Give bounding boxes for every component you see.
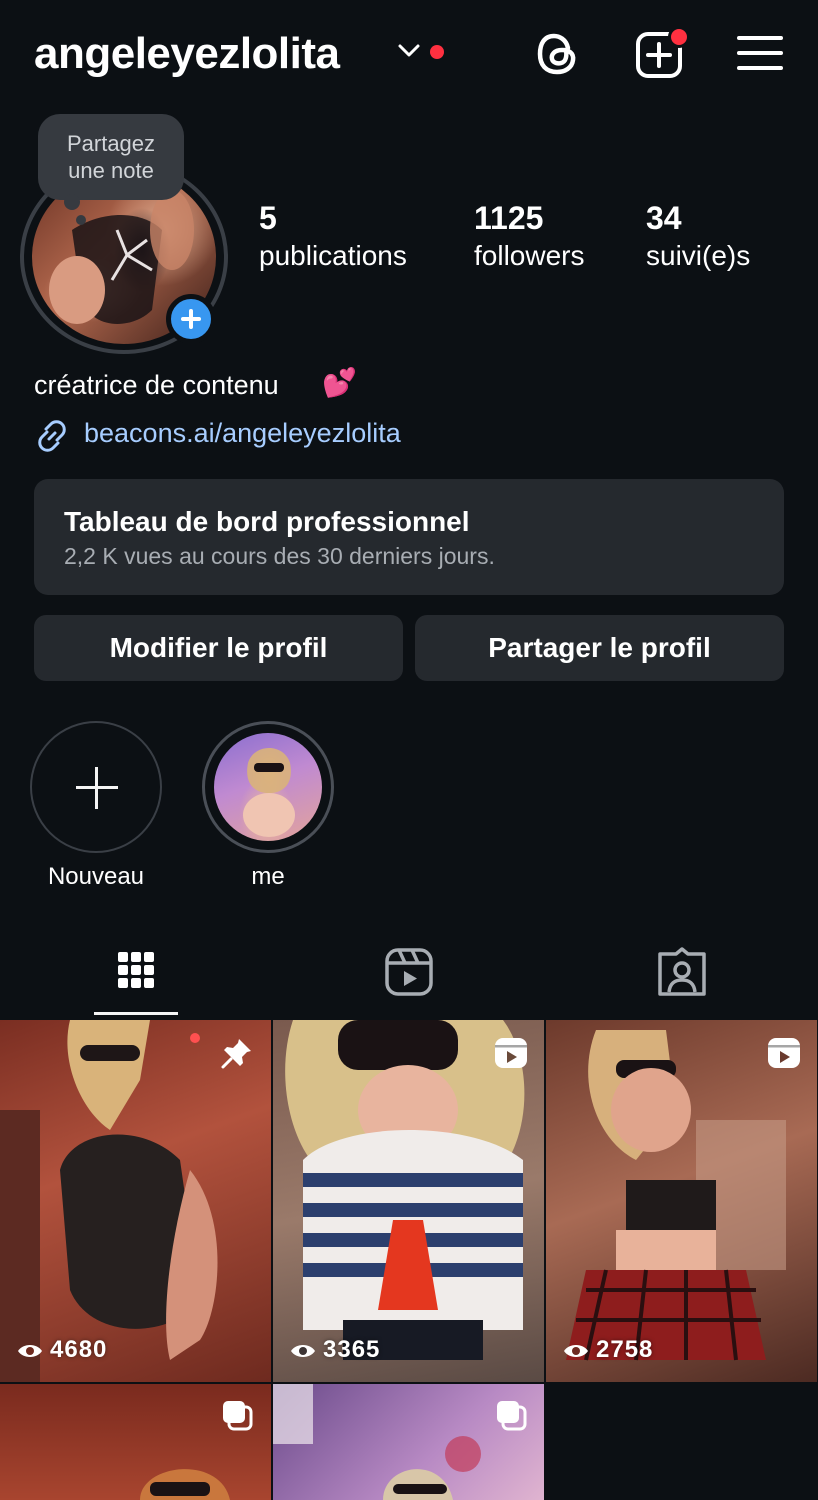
carousel-icon bbox=[223, 1401, 253, 1431]
reels-icon[interactable] bbox=[381, 944, 437, 1000]
active-tab-indicator bbox=[94, 1012, 178, 1015]
grid-icon[interactable] bbox=[108, 944, 164, 1000]
post-tile[interactable] bbox=[0, 1020, 271, 1382]
highlight-label-new: Nouveau bbox=[47, 863, 145, 890]
chevron-down-icon[interactable] bbox=[396, 40, 422, 62]
new-highlight-button[interactable] bbox=[30, 721, 162, 853]
account-notification-dot bbox=[430, 45, 444, 59]
views-icon bbox=[564, 1345, 588, 1357]
link-icon bbox=[38, 420, 66, 452]
stat-following-label[interactable]: suivi(e)s bbox=[646, 240, 750, 272]
tagged-icon[interactable] bbox=[654, 944, 710, 1000]
carousel-icon bbox=[497, 1401, 527, 1431]
post-view-count: 3365 bbox=[323, 1336, 381, 1363]
post-tile[interactable] bbox=[546, 1020, 817, 1382]
views-icon bbox=[291, 1345, 315, 1357]
note-bubble-tail-small bbox=[76, 215, 86, 225]
bio-link[interactable]: beacons.ai/angeleyezlolita bbox=[84, 416, 401, 450]
stat-followers-count[interactable]: 1125 bbox=[474, 200, 543, 236]
stat-posts-label[interactable]: publications bbox=[259, 240, 407, 272]
highlight-me[interactable] bbox=[214, 733, 322, 841]
note-bubble-tail bbox=[64, 194, 80, 210]
create-notification-dot bbox=[668, 26, 690, 48]
profile-username[interactable]: angeleyezlolita bbox=[34, 26, 340, 82]
share-note-bubble[interactable]: Partagez une note bbox=[38, 114, 184, 200]
highlight-photo bbox=[243, 748, 295, 837]
post-tile[interactable] bbox=[273, 1020, 544, 1382]
views-icon bbox=[18, 1345, 42, 1357]
edit-profile-button[interactable]: Modifier le profil bbox=[34, 615, 403, 681]
post-view-count: 4680 bbox=[50, 1336, 108, 1363]
menu-icon[interactable] bbox=[734, 28, 786, 80]
reel-icon bbox=[768, 1038, 800, 1068]
dashboard-subtitle: 2,2 K vues au cours des 30 derniers jour… bbox=[64, 543, 495, 569]
post-photo bbox=[566, 1030, 786, 1361]
stat-followers-label[interactable]: followers bbox=[474, 240, 584, 272]
post-photo bbox=[285, 1020, 525, 1360]
post-view-count: 2758 bbox=[596, 1336, 654, 1363]
bio-text: créatrice de contenu bbox=[34, 370, 279, 400]
dashboard-title: Tableau de bord professionnel bbox=[64, 506, 470, 537]
stat-posts-count[interactable]: 5 bbox=[259, 200, 277, 236]
note-line-1: Partagez bbox=[66, 131, 156, 156]
add-story-button[interactable] bbox=[166, 294, 216, 344]
threads-icon[interactable] bbox=[532, 28, 584, 80]
share-profile-button[interactable]: Partager le profil bbox=[415, 615, 784, 681]
two-hearts-emoji: 💕 bbox=[322, 367, 357, 398]
reel-icon bbox=[495, 1038, 527, 1068]
highlight-label-me: me bbox=[251, 863, 285, 890]
post-photo bbox=[0, 1020, 218, 1382]
pin-icon bbox=[221, 1039, 251, 1069]
note-line-2: une note bbox=[68, 158, 154, 183]
stat-following-count[interactable]: 34 bbox=[646, 200, 682, 236]
